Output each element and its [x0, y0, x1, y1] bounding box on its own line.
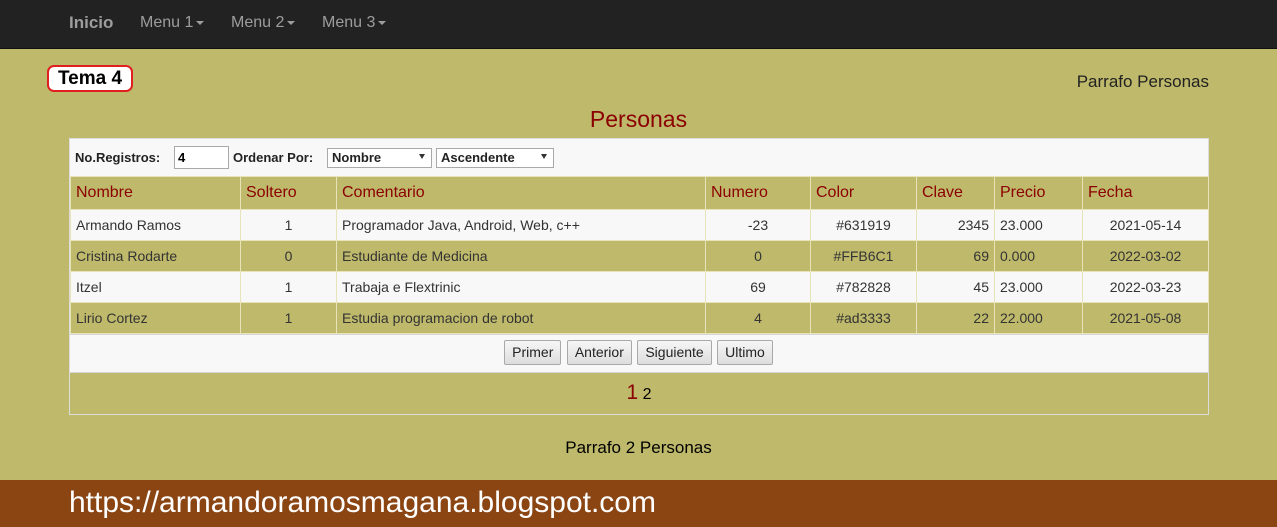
cell-numero: 4 — [705, 302, 811, 334]
cell-precio: 0.000 — [994, 240, 1083, 272]
cell-numero: 0 — [705, 240, 811, 272]
cell-fecha: 2021-05-14 — [1082, 209, 1209, 241]
ordenar-label: Ordenar Por: — [233, 150, 314, 165]
anterior-button[interactable]: Anterior — [566, 340, 632, 365]
cell-precio: 23.000 — [994, 271, 1083, 303]
col-header-clave[interactable]: Clave — [916, 176, 995, 210]
cell-color: #782828 — [810, 271, 917, 303]
page-links: 1 2 — [70, 381, 1208, 405]
ordenar-select[interactable]: Nombre — [327, 148, 432, 168]
caret-down-icon — [287, 20, 296, 25]
col-header-color[interactable]: Color — [810, 176, 917, 210]
col-header-nombre[interactable]: Nombre — [70, 176, 241, 210]
cell-color: #631919 — [810, 209, 917, 241]
table-row: Armando Ramos 1 Programador Java, Androi… — [70, 209, 1209, 241]
cell-nombre: Armando Ramos — [70, 209, 241, 241]
cell-clave: 22 — [916, 302, 995, 334]
cell-fecha: 2021-05-08 — [1082, 302, 1209, 334]
cell-nombre: Itzel — [70, 271, 241, 303]
table-header-row: Nombre Soltero Comentario Numero Color C… — [70, 176, 1209, 210]
cell-soltero: 1 — [240, 271, 337, 303]
cell-comentario: Trabaja e Flextrinic — [336, 271, 706, 303]
col-header-comentario[interactable]: Comentario — [336, 176, 706, 210]
table-row: Itzel 1 Trabaja e Flextrinic 69 #782828 … — [70, 271, 1209, 303]
direccion-select[interactable]: Ascendente — [436, 148, 554, 168]
personas-panel: No.Registros: Ordenar Por: Nombre Ascend… — [69, 138, 1209, 415]
siguiente-button[interactable]: Siguiente — [637, 340, 712, 365]
table-row: Cristina Rodarte 0 Estudiante de Medicin… — [70, 240, 1209, 272]
registros-label: No.Registros: — [75, 150, 161, 165]
caret-down-icon — [196, 20, 205, 25]
dropdown-arrow-icon — [419, 154, 425, 159]
cell-clave: 45 — [916, 271, 995, 303]
cell-comentario: Estudia programacion de robot — [336, 302, 706, 334]
nav-menu-1[interactable]: Menu 1 — [140, 0, 205, 48]
nav-menu-3-label: Menu 3 — [322, 14, 376, 31]
cell-nombre: Lirio Cortez — [70, 302, 241, 334]
cell-fecha: 2022-03-02 — [1082, 240, 1209, 272]
registros-input[interactable] — [174, 146, 229, 169]
parrafo-2-personas: Parrafo 2 Personas — [565, 438, 712, 457]
cell-nombre: Cristina Rodarte — [70, 240, 241, 272]
ultimo-button[interactable]: Ultimo — [717, 340, 773, 365]
pager-buttons-row: Primer Anterior Siguiente Ultimo — [70, 334, 1208, 373]
dropdown-arrow-icon — [541, 154, 547, 159]
col-header-fecha[interactable]: Fecha — [1082, 176, 1209, 210]
table-row: Lirio Cortez 1 Estudia programacion de r… — [70, 302, 1209, 334]
col-header-soltero[interactable]: Soltero — [240, 176, 337, 210]
nav-brand-inicio[interactable]: Inicio — [69, 0, 113, 48]
filter-row: No.Registros: Ordenar Por: Nombre Ascend… — [70, 139, 1208, 177]
top-navbar: Inicio Menu 1 Menu 2 Menu 3 — [0, 0, 1277, 49]
cell-soltero: 1 — [240, 209, 337, 241]
col-header-precio[interactable]: Precio — [994, 176, 1083, 210]
nav-menu-3[interactable]: Menu 3 — [322, 0, 387, 48]
parrafo-personas: Parrafo Personas — [1076, 72, 1209, 91]
primer-button[interactable]: Primer — [504, 340, 562, 365]
cell-precio: 23.000 — [994, 209, 1083, 241]
nav-menu-2-label: Menu 2 — [231, 14, 285, 31]
cell-comentario: Programador Java, Android, Web, c++ — [336, 209, 706, 241]
personas-table: Nombre Soltero Comentario Numero Color C… — [70, 176, 1209, 334]
cell-numero: 69 — [705, 271, 811, 303]
page-link[interactable]: 2 — [643, 386, 652, 403]
footer: https://armandoramosmagana.blogspot.com — [0, 480, 1277, 527]
caret-down-icon — [378, 20, 387, 25]
cell-numero: -23 — [705, 209, 811, 241]
page-link-current[interactable]: 1 — [626, 381, 638, 404]
direccion-select-value: Ascendente — [441, 150, 515, 165]
cell-clave: 2345 — [916, 209, 995, 241]
nav-menu-1-label: Menu 1 — [140, 14, 194, 31]
cell-fecha: 2022-03-23 — [1082, 271, 1209, 303]
col-header-numero[interactable]: Numero — [705, 176, 811, 210]
cell-color: #ad3333 — [810, 302, 917, 334]
cell-color: #FFB6C1 — [810, 240, 917, 272]
cell-precio: 22.000 — [994, 302, 1083, 334]
footer-url: https://armandoramosmagana.blogspot.com — [69, 486, 656, 519]
cell-soltero: 1 — [240, 302, 337, 334]
nav-menu-2[interactable]: Menu 2 — [231, 0, 296, 48]
cell-clave: 69 — [916, 240, 995, 272]
cell-soltero: 0 — [240, 240, 337, 272]
ordenar-select-value: Nombre — [332, 150, 382, 165]
page-title: Personas — [589, 106, 688, 132]
tema-badge: Tema 4 — [47, 65, 133, 92]
cell-comentario: Estudiante de Medicina — [336, 240, 706, 272]
